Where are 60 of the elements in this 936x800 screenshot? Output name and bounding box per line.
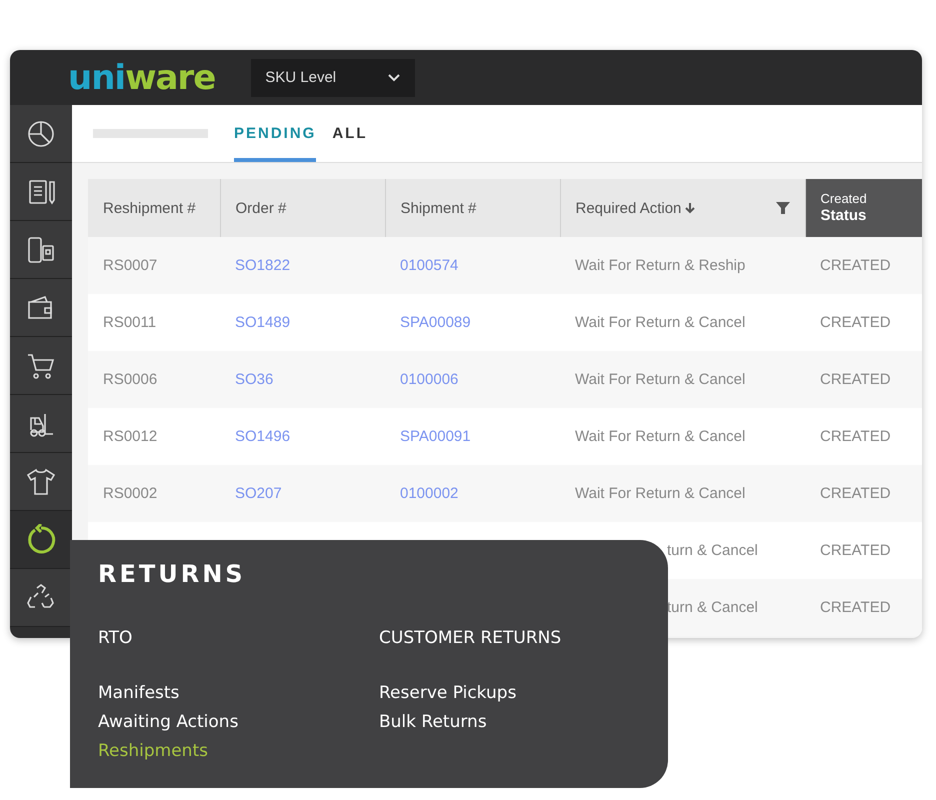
menu-title: RETURNS <box>98 560 247 588</box>
sidebar-item[interactable] <box>10 105 72 163</box>
returns-icon <box>25 524 57 556</box>
table-cell: CREATED <box>805 237 922 294</box>
order-link[interactable]: SO207 <box>220 465 385 522</box>
table-cell: turn & Cancel <box>560 522 805 579</box>
order-link[interactable]: SO1822 <box>220 237 385 294</box>
menu-heading: CUSTOMER RETURNS <box>379 628 562 648</box>
table-cell: Wait For Return & Cancel <box>560 465 805 522</box>
column-label: Required Action <box>576 200 682 216</box>
logo: uniware <box>68 58 216 98</box>
chevron-icon <box>387 72 402 82</box>
column-header[interactable]: Created Status <box>805 179 922 237</box>
column-header[interactable]: Order # <box>220 179 385 237</box>
sidebar-item[interactable] <box>10 163 72 221</box>
table-cell: RS0012 <box>88 408 220 465</box>
table-cell: CREATED <box>805 465 922 522</box>
table-cell: RS0011 <box>88 294 220 351</box>
sort-arrow-icon <box>685 202 696 214</box>
menu-item[interactable]: Bulk Returns <box>379 707 487 736</box>
level-dropdown[interactable]: SKU Level <box>251 58 416 96</box>
table-cell: Wait For Return & Cancel <box>560 294 805 351</box>
menu-item[interactable]: Reserve Pickups <box>379 678 516 707</box>
column-label: Status <box>820 206 868 225</box>
sidebar-item[interactable] <box>10 279 72 337</box>
shipment-link[interactable]: 0100574 <box>385 237 560 294</box>
table-cell: CREATED <box>805 408 922 465</box>
order-link[interactable]: SO36 <box>220 351 385 408</box>
sidebar-item[interactable] <box>10 337 72 395</box>
shipment-link[interactable]: 0100006 <box>385 351 560 408</box>
table-cell: Wait For Return & Reship <box>560 237 805 294</box>
sidebar-item[interactable] <box>10 453 72 511</box>
shipment-link[interactable]: SPA00091 <box>385 408 560 465</box>
column-header[interactable]: Reshipment # <box>88 179 220 237</box>
tab[interactable]: ALL <box>332 105 368 162</box>
menu-item[interactable]: Reshipments <box>98 736 208 765</box>
sidebar-item[interactable] <box>10 395 72 453</box>
menu-item[interactable]: Manifests <box>98 678 180 707</box>
table-cell: RS0006 <box>88 351 220 408</box>
table-cell: CREATED <box>805 294 922 351</box>
table-cell: CREATED <box>805 522 922 579</box>
sidebar-item[interactable] <box>10 221 72 279</box>
table-cell: Wait For Return & Cancel <box>560 351 805 408</box>
menu-heading: RTO <box>98 628 134 648</box>
column-caption: Created <box>820 191 868 207</box>
shipment-link[interactable]: 0100002 <box>385 465 560 522</box>
table-cell: RS0007 <box>88 237 220 294</box>
table-cell: CREATED <box>805 351 922 408</box>
sidebar-item[interactable] <box>10 569 72 627</box>
order-link[interactable]: SO1496 <box>220 408 385 465</box>
order-link[interactable]: SO1489 <box>220 294 385 351</box>
table-cell: Wait For Return & Cancel <box>560 408 805 465</box>
table-cell: CREATED <box>805 579 922 636</box>
menu-item[interactable]: Awaiting Actions <box>98 707 238 736</box>
table-cell: RS0002 <box>88 465 220 522</box>
tab[interactable]: PENDING <box>234 105 316 162</box>
column-header[interactable]: Shipment # <box>385 179 560 237</box>
shipment-link[interactable]: SPA00089 <box>385 294 560 351</box>
filter-icon[interactable] <box>776 201 790 215</box>
column-header[interactable]: Required Action <box>560 179 805 237</box>
